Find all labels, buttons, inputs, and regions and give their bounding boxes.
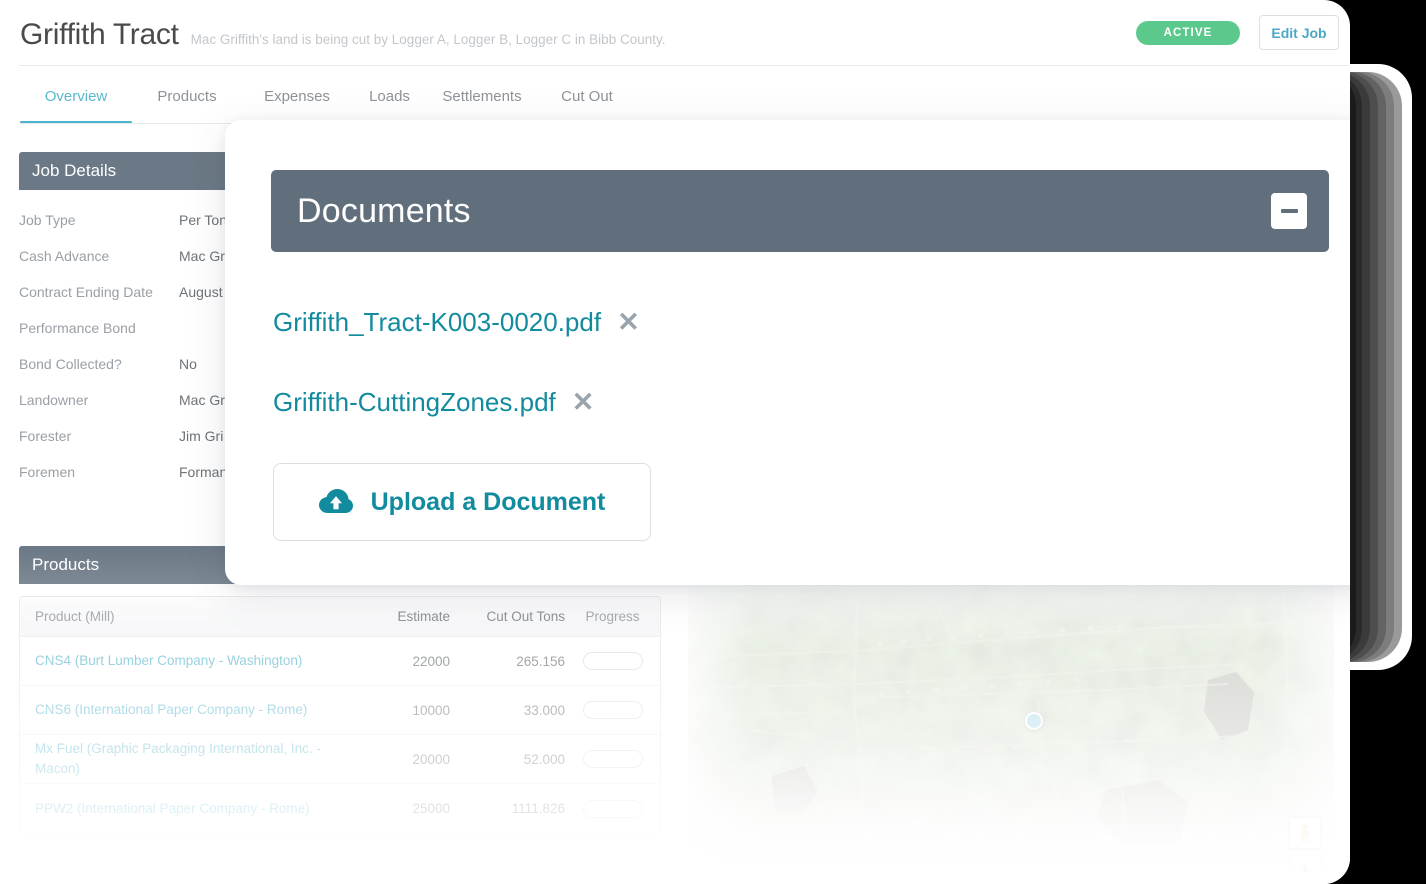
job-detail-value: Mac Gr: [179, 392, 225, 408]
column-header-estimate: Estimate: [397, 609, 450, 624]
tab-label: Products: [157, 88, 217, 105]
job-detail-value: Mac Gr: [179, 248, 225, 264]
product-cut-out-tons: 265.156: [516, 653, 565, 669]
document-list: Griffith_Tract-K003-0020.pdf ✕ Griffith-Cu…: [273, 282, 640, 442]
job-detail-value: Per Ton: [179, 212, 227, 228]
product-progress-cell: [565, 652, 660, 670]
product-cut-out-tons: 33.000: [523, 702, 565, 718]
job-detail-value: August: [179, 284, 223, 300]
document-list-item: Griffith_Tract-K003-0020.pdf ✕: [273, 282, 640, 362]
status-badge: ACTIVE: [1136, 21, 1240, 45]
tab-label: Cut Out: [561, 88, 613, 105]
job-detail-label: Job Type: [19, 212, 76, 228]
remove-document-icon[interactable]: ✕: [572, 388, 595, 416]
job-detail-label: Foremen: [19, 464, 76, 480]
products-table-header: Product (Mill) Estimate Cut Out Tons Pro…: [20, 597, 660, 637]
tab-label: Overview: [44, 88, 108, 105]
document-list-item: Griffith-CuttingZones.pdf ✕: [273, 362, 640, 442]
products-panel: Products Product (Mill) Estimate Cut Out…: [19, 546, 661, 834]
job-detail-label: Contract Ending Date: [19, 284, 153, 300]
document-link[interactable]: Griffith-CuttingZones.pdf: [273, 387, 556, 418]
remove-document-icon[interactable]: ✕: [617, 308, 640, 336]
product-progress-cell: [565, 701, 660, 719]
column-header-progress-label: Progress: [585, 609, 640, 624]
table-row[interactable]: CNS6 (International Paper Company - Rome…: [20, 686, 660, 735]
product-name-link[interactable]: CNS6 (International Paper Company - Rome…: [20, 700, 350, 720]
documents-modal: Documents Griffith_Tract-K003-0020.pdf ✕ G…: [225, 120, 1350, 585]
job-detail-label: Performance Bond: [19, 320, 136, 336]
job-detail-label: Bond Collected?: [19, 356, 122, 372]
edit-job-button[interactable]: Edit Job: [1259, 15, 1339, 50]
header-divider: [19, 65, 1349, 66]
street-view-pegman-icon[interactable]: [1290, 818, 1320, 848]
job-detail-value: Forman: [179, 464, 228, 480]
tab-overview[interactable]: Overview: [20, 78, 132, 124]
document-link[interactable]: Griffith_Tract-K003-0020.pdf: [273, 307, 601, 338]
upload-document-button[interactable]: Upload a Document: [273, 463, 651, 541]
tab-label: Settlements: [442, 88, 522, 105]
products-table: Product (Mill) Estimate Cut Out Tons Pro…: [19, 596, 661, 834]
progress-bar: [582, 799, 643, 818]
product-progress-cell: [565, 799, 660, 818]
page-title: Griffith Tract: [20, 18, 179, 51]
products-table-body: CNS4 (Burt Lumber Company - Washington) 2…: [20, 637, 660, 833]
product-estimate: 10000: [412, 702, 450, 718]
product-estimate: 20000: [412, 751, 450, 767]
tab-label: Loads: [369, 88, 410, 105]
title-group: Griffith Tract Mac Griffith's land is be…: [20, 18, 665, 52]
progress-bar: [582, 652, 643, 670]
job-location-map[interactable]: +: [688, 580, 1334, 884]
product-estimate: 22000: [412, 653, 450, 669]
job-detail-label: Cash Advance: [19, 248, 110, 264]
progress-bar: [582, 750, 643, 768]
table-row[interactable]: CNS4 (Burt Lumber Company - Washington) 2…: [20, 637, 660, 686]
product-estimate: 25000: [412, 801, 450, 816]
page-header: Griffith Tract Mac Griffith's land is be…: [0, 0, 1350, 66]
job-detail-label: Forester: [19, 428, 72, 444]
tab-expenses[interactable]: Expenses: [242, 78, 352, 124]
minimize-dash: [1280, 209, 1298, 213]
job-detail-value: Jim Gri: [179, 428, 224, 444]
tab-settlements[interactable]: Settlements: [427, 78, 537, 124]
map-zoom-in-button[interactable]: +: [1290, 856, 1320, 884]
map-satellite-imagery: [688, 580, 1334, 884]
table-row[interactable]: Mx Fuel (Graphic Packaging International…: [20, 735, 660, 784]
minimize-icon[interactable]: [1271, 193, 1307, 229]
product-name-link[interactable]: PPW2 (International Paper Company - Rome…: [20, 799, 350, 819]
progress-bar: [582, 701, 643, 719]
tab-products[interactable]: Products: [132, 78, 242, 124]
upload-document-label: Upload a Document: [370, 487, 606, 516]
pegman-glyph: [1301, 823, 1309, 843]
tab-cut-out[interactable]: Cut Out: [537, 78, 637, 124]
documents-modal-header: Documents: [271, 170, 1329, 252]
product-cut-out-tons: 52.000: [523, 751, 565, 767]
tab-bar: Overview Products Expenses Loads Settlements…: [20, 78, 637, 124]
job-detail-label: Landowner: [19, 392, 89, 408]
table-row[interactable]: PPW2 (International Paper Company - Rome…: [20, 784, 660, 833]
product-progress-cell: [565, 750, 660, 768]
documents-modal-title: Documents: [297, 191, 471, 230]
column-header-cut-out-tons: Cut Out Tons: [486, 609, 565, 624]
product-name-link[interactable]: Mx Fuel (Graphic Packaging International…: [20, 739, 350, 778]
job-detail-value: No: [179, 356, 197, 372]
tab-label: Expenses: [264, 88, 330, 105]
page-subtitle: Mac Griffith's land is being cut by Logg…: [190, 32, 666, 47]
product-cut-out-tons: 1111.826: [511, 801, 565, 816]
application-window: Griffith Tract Mac Griffith's land is be…: [0, 0, 1350, 884]
tab-loads[interactable]: Loads: [352, 78, 427, 124]
column-header-progress: Progress: [565, 609, 660, 624]
product-name-link[interactable]: CNS4 (Burt Lumber Company - Washington): [20, 651, 350, 671]
job-location-marker[interactable]: [1025, 712, 1043, 730]
column-header-product: Product (Mill): [35, 608, 115, 624]
cloud-upload-icon: [318, 489, 353, 513]
